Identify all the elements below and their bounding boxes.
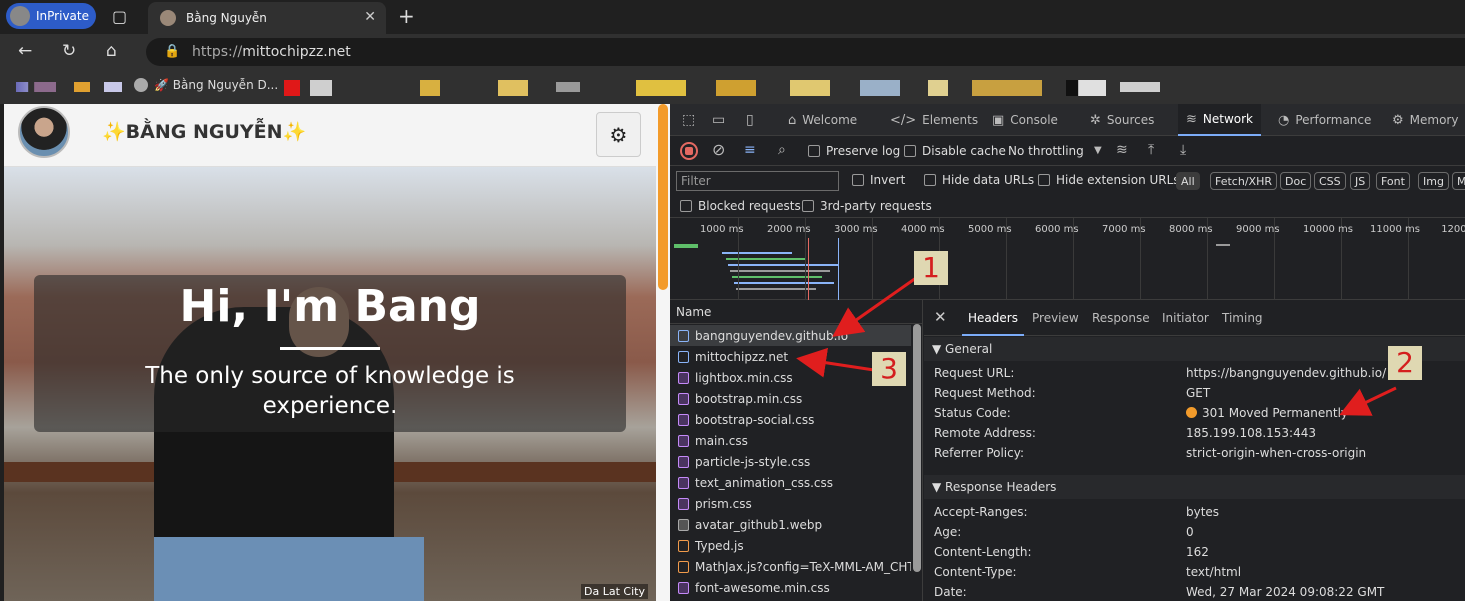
arrow-1 xyxy=(832,276,917,337)
annotation-number-1: 1 xyxy=(914,251,948,285)
annotation-arrows xyxy=(796,276,1397,416)
arrow-3 xyxy=(796,347,875,378)
arrow-2 xyxy=(1339,386,1397,416)
annotation-number-2: 2 xyxy=(1388,346,1422,380)
annotation-number-3: 3 xyxy=(872,352,906,386)
